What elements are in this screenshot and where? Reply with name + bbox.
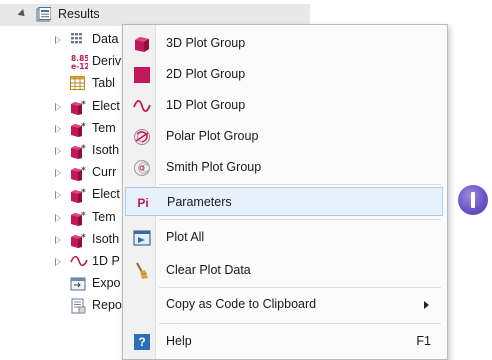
collapse-arrow-icon[interactable] [17,9,28,19]
menu-item-clear-plot-data[interactable]: Clear Plot Data [125,256,443,285]
tree-node[interactable]: * Curr [0,162,122,184]
expand-arrow-icon[interactable] [55,191,61,199]
menu-item-label: Plot All [166,230,205,244]
tree-node-label: Elect [92,99,120,113]
menu-separator [159,184,441,185]
expand-arrow-icon[interactable] [55,147,61,155]
submenu-arrow-icon [424,301,429,309]
tree-node-label: Elect [92,187,120,201]
plot-all-icon [133,229,151,247]
tree-node-label: Tem [92,210,116,224]
polar-plot-group-icon [133,128,151,146]
menu-item-label: Polar Plot Group [166,129,259,143]
menu-item-label: 1D Plot Group [166,98,246,112]
expand-arrow-icon[interactable] [55,236,61,244]
svg-text:*: * [81,100,86,110]
export-icon [70,276,86,292]
menu-item-label: Parameters [167,195,232,209]
tree-node[interactable]: * Tem [0,118,122,140]
tree-node[interactable]: * Elect [0,96,122,118]
menu-item-smith-plot-group[interactable]: Smith Plot Group [125,153,443,182]
plot-group-icon: * [70,165,86,181]
menu-item-3d-plot-group[interactable]: 3D Plot Group [125,29,443,58]
tree-node-label: Tabl [92,76,115,90]
plot-group-icon: * [70,232,86,248]
plot-group-icon: * [70,121,86,137]
2d-plot-group-icon [133,66,151,84]
cursor-indicator-icon [458,185,488,215]
plot-group-icon: * [70,210,86,226]
1d-plot-group-icon [133,97,151,115]
svg-text:*: * [81,166,86,176]
menu-separator [159,219,441,220]
clear-plot-data-icon [133,262,151,280]
table-icon [70,76,86,92]
tree-node-label: Deriv [92,54,122,68]
tree-node-results[interactable]: Results [0,4,310,26]
menu-item-label: Help [166,334,192,348]
menu-item-label: 3D Plot Group [166,36,246,50]
help-icon: ? [134,334,150,350]
tree-node[interactable]: * Tem [0,207,122,229]
3d-plot-group-icon [133,35,151,53]
expand-arrow-icon[interactable] [55,36,61,44]
tree-node-label: Expo [92,276,121,290]
derived-values-icon: 8.85 e-12 [70,54,90,71]
tree-node-label: Isoth [92,143,120,157]
svg-text:*: * [81,188,86,198]
menu-item-label: Copy as Code to Clipboard [166,297,317,311]
tree-node-label: Tem [92,121,116,135]
expand-arrow-icon[interactable] [55,125,61,133]
tree-node[interactable]: 1D P [0,251,122,273]
tree-node[interactable]: Data [0,29,122,51]
tree-node-label: Results [58,7,100,21]
menu-item-copy-as-code[interactable]: Copy as Code to Clipboard [125,290,443,319]
menu-item-label: Smith Plot Group [166,160,262,174]
expand-arrow-icon[interactable] [55,214,61,222]
tree-node[interactable]: Tabl [0,73,122,95]
menu-item-2d-plot-group[interactable]: 2D Plot Group [125,60,443,89]
tree-node-label: 1D P [92,254,120,268]
svg-text:*: * [81,144,86,154]
menu-item-plot-all[interactable]: Plot All [125,223,443,252]
svg-text:*: * [81,211,86,221]
tree-node-label: Data [92,32,119,46]
menu-item-label: 2D Plot Group [166,67,246,81]
smith-plot-group-icon [133,159,151,177]
shortcut-label: F1 [416,334,431,348]
menu-item-polar-plot-group[interactable]: Polar Plot Group [125,122,443,151]
dataset-icon [70,32,86,48]
tree-node-label: Curr [92,165,117,179]
menu-item-label: Clear Plot Data [166,263,251,277]
report-icon [70,298,86,314]
svg-text:*: * [81,122,86,132]
tree-node[interactable]: Repo [0,295,122,317]
results-folder-icon [36,7,51,22]
tree-node[interactable]: Expo [0,273,122,295]
tree-node-label: Isoth [92,232,120,246]
tree-node-label: Repo [92,298,122,312]
context-menu: 3D Plot Group 2D Plot Group 1D Plot Grou… [122,24,448,360]
plot-group-icon: * [70,143,86,159]
menu-item-parameters[interactable]: Pi Parameters [125,187,443,216]
menu-separator [159,323,441,324]
menu-item-1d-plot-group[interactable]: 1D Plot Group [125,91,443,120]
1d-plot-icon [70,254,88,270]
menu-item-help[interactable]: ? Help F1 [125,327,443,356]
parameters-icon: Pi [137,196,149,210]
tree-node[interactable]: * Isoth [0,140,122,162]
tree-node[interactable]: 8.85 e-12 Deriv [0,51,122,73]
tree-node[interactable]: * Isoth [0,229,122,251]
plot-group-icon: * [70,99,86,115]
expand-arrow-icon[interactable] [55,103,61,111]
svg-text:e-12: e-12 [71,62,88,70]
menu-separator [159,287,441,288]
expand-arrow-icon[interactable] [55,258,61,266]
svg-text:*: * [81,233,86,243]
expand-arrow-icon[interactable] [55,169,61,177]
plot-group-icon: * [70,187,86,203]
tree-node[interactable]: * Elect [0,184,122,206]
